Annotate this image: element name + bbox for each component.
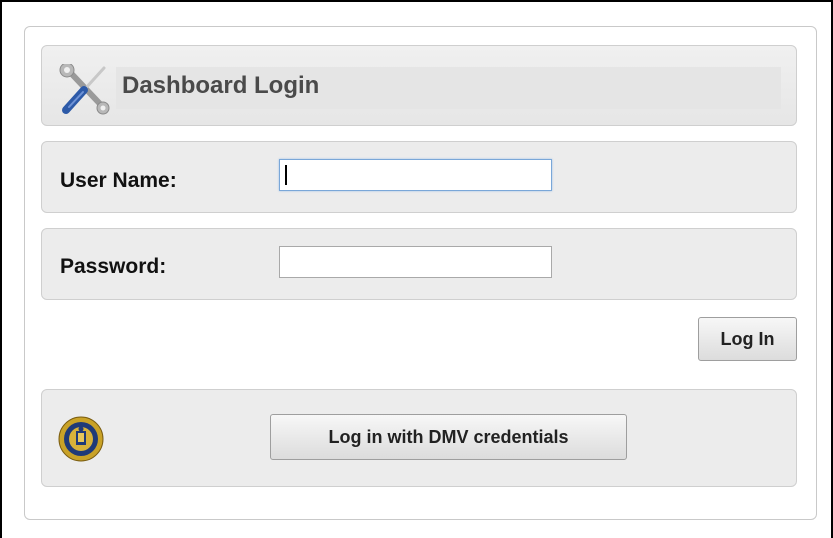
password-row: Password: [41,228,797,300]
title-bar: Dashboard Login [41,45,797,126]
state-seal-icon [58,416,104,462]
password-label: Password: [60,255,167,278]
page-title: Dashboard Login [122,72,320,99]
text-cursor [285,165,287,185]
login-button[interactable]: Log In [698,317,797,361]
login-dialog: Dashboard Login User Name: Password: Log… [24,26,817,520]
username-input[interactable] [279,159,552,191]
dmv-login-button[interactable]: Log in with DMV credentials [270,414,627,460]
password-input[interactable] [279,246,552,278]
dmv-login-row: Log in with DMV credentials [41,389,797,487]
username-row: User Name: [41,141,797,213]
tools-icon [59,64,110,115]
username-label: User Name: [60,169,177,192]
